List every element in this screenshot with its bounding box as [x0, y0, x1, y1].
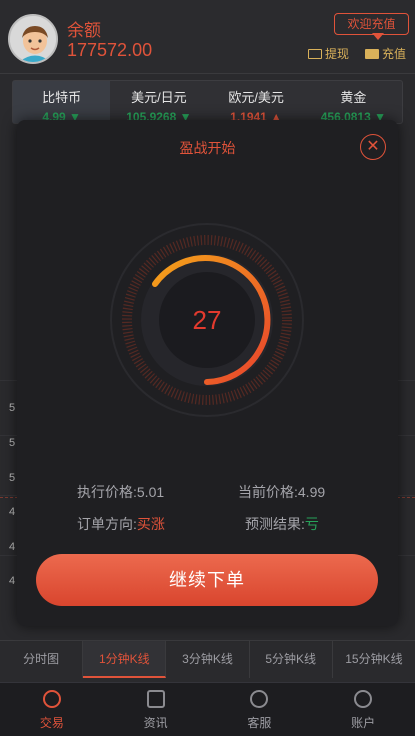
balance-label: 余额	[67, 21, 101, 40]
card-icon	[308, 48, 322, 59]
order-direction: 订单方向:买涨	[77, 516, 165, 532]
tab-15min-kline[interactable]: 15分钟K线	[333, 641, 415, 678]
ticker-tab-eurusd[interactable]: 欧元/美元 1.1941 ▲	[208, 81, 305, 124]
trading-page: 余额 177572.00 欢迎充值 提现 充值 比特币 4.99 ▼ 美元/日元…	[0, 0, 415, 736]
axis-tick: 5	[9, 472, 16, 484]
axis-tick: 4	[9, 575, 16, 587]
axis-tick: 5	[9, 402, 16, 414]
recharge-button[interactable]: 充值	[365, 45, 406, 62]
tab-1min-kline[interactable]: 1分钟K线	[83, 641, 167, 678]
welcome-recharge-badge[interactable]: 欢迎充值	[334, 13, 409, 35]
modal-title: 盈战开始	[179, 140, 236, 156]
nav-label: 客服	[247, 716, 272, 730]
exec-price: 执行价格:5.01	[77, 484, 165, 500]
ticker-name: 比特币	[42, 90, 82, 105]
ticker-tabs: 比特币 4.99 ▼ 美元/日元 105.9268 ▼ 欧元/美元 1.1941…	[12, 80, 403, 124]
account-header: 余额 177572.00 欢迎充值 提现 充值	[0, 0, 415, 74]
tab-3min-kline[interactable]: 3分钟K线	[166, 641, 250, 678]
nav-trade[interactable]: 交易	[0, 683, 104, 736]
account-icon	[354, 690, 373, 708]
prediction-result: 预测结果:亏	[245, 516, 319, 532]
period-tabs: 分时图 1分钟K线 3分钟K线 5分钟K线 15分钟K线	[0, 640, 415, 678]
price-row: 执行价格:5.01 当前价格:4.99	[17, 482, 398, 502]
nav-label: 账户	[351, 716, 376, 730]
service-icon	[250, 690, 269, 708]
ticker-name: 黄金	[340, 90, 367, 105]
close-icon[interactable]: ✕	[360, 134, 386, 160]
tab-timeshare[interactable]: 分时图	[0, 641, 84, 678]
axis-tick: 5	[9, 437, 16, 449]
ticker-name: 美元/日元	[131, 90, 187, 105]
countdown-ring: 27	[107, 220, 307, 420]
continue-order-button[interactable]: 继续下单	[36, 554, 378, 606]
withdraw-button[interactable]: 提现	[308, 45, 349, 62]
ticker-name: 欧元/美元	[228, 90, 284, 105]
avatar[interactable]	[8, 14, 58, 64]
current-price: 当前价格:4.99	[238, 484, 326, 500]
tab-5min-kline[interactable]: 5分钟K线	[250, 641, 333, 678]
nav-news[interactable]: 资讯	[104, 683, 208, 736]
axis-tick: 4	[9, 506, 16, 518]
trade-icon	[42, 690, 61, 708]
ticker-tab-bitcoin[interactable]: 比特币 4.99 ▼	[13, 81, 111, 124]
nav-label: 资讯	[143, 716, 168, 730]
badge-pointer-icon	[372, 33, 384, 40]
ticker-tab-gold[interactable]: 黄金 456.0813 ▼	[305, 81, 402, 124]
nav-label: 交易	[39, 716, 64, 730]
order-row: 订单方向:买涨 预测结果:亏	[17, 514, 398, 534]
news-icon	[146, 690, 165, 708]
countdown-seconds: 27	[192, 305, 222, 335]
ticker-tab-usdjpy[interactable]: 美元/日元 105.9268 ▼	[110, 81, 207, 124]
nav-account[interactable]: 账户	[311, 683, 415, 736]
balance-value: 177572.00	[67, 40, 153, 60]
recharge-label: 充值	[382, 47, 407, 61]
order-result-modal: 盈战开始 ✕ 27 执行价格:5.01 当前价格:4.99 订单方向:买涨 预测…	[17, 120, 398, 626]
nav-service[interactable]: 客服	[208, 683, 312, 736]
bottom-nav: 交易 资讯 客服 账户	[0, 682, 415, 736]
wallet-icon	[365, 48, 379, 59]
axis-tick: 4	[9, 541, 16, 553]
withdraw-label: 提现	[325, 47, 350, 61]
